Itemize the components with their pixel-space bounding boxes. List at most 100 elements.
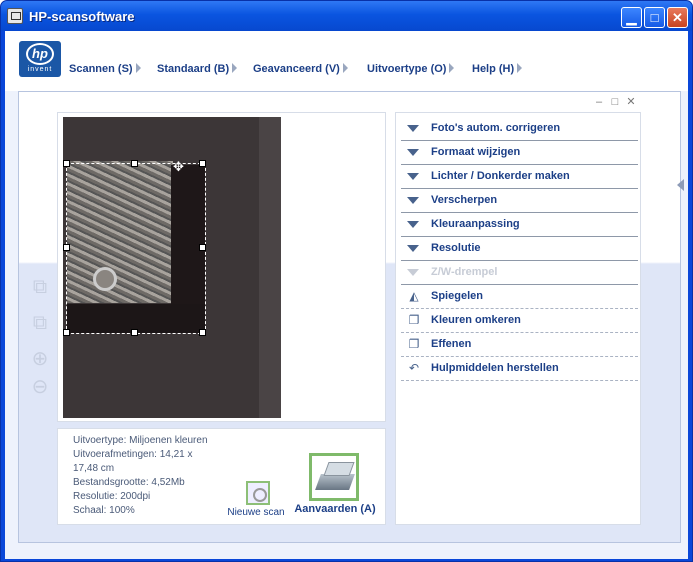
- option-label: Spiegelen: [431, 290, 483, 302]
- hp-logo: hp invent: [19, 41, 61, 77]
- menu-scannen[interactable]: Scannen (S): [69, 63, 141, 75]
- smooth-icon: ❐: [408, 337, 420, 351]
- menu-arrow-icon: [517, 63, 523, 73]
- maximize-button[interactable]: □: [644, 7, 665, 28]
- option-invert-colors[interactable]: ❐ Kleuren omkeren: [401, 309, 638, 333]
- crop-handle[interactable]: [199, 244, 206, 251]
- mirror-icon: ◭: [409, 289, 419, 303]
- invert-icon: ❐: [408, 313, 420, 327]
- scanner-base: [315, 474, 355, 490]
- minimize-button[interactable]: ▁: [621, 7, 642, 28]
- crop-handle[interactable]: [131, 329, 138, 336]
- preview-panel: ✥: [57, 112, 386, 422]
- move-cursor-icon: ✥: [173, 159, 184, 174]
- option-color-adjust[interactable]: Kleuraanpassing: [401, 213, 638, 237]
- output-dims-text: Uitvoerafmetingen: 14,21 x: [73, 449, 193, 460]
- rotate-left-icon[interactable]: ⧉: [27, 274, 53, 300]
- expand-triangle-icon: [407, 269, 419, 276]
- new-scan-label: Nieuwe scan: [227, 507, 285, 518]
- window-title: HP-scansoftware: [29, 9, 135, 24]
- menu-label: Geavanceerd (V): [253, 63, 340, 75]
- option-label: Verscherpen: [431, 194, 498, 206]
- preview-tools: ⧉ ⧉ ⊕ ⊖: [27, 272, 57, 422]
- menu-arrow-icon: [135, 63, 141, 73]
- undo-icon: ↶: [408, 361, 420, 375]
- app-icon[interactable]: [7, 8, 23, 24]
- hp-logo-invent: invent: [27, 66, 53, 73]
- hp-logo-mark: hp: [26, 43, 54, 65]
- output-type-text: Uitvoertype: Miljoenen kleuren: [73, 435, 208, 446]
- scan-preview-image: ✥: [63, 117, 281, 418]
- menu-arrow-icon: [342, 63, 348, 73]
- expand-triangle-icon: [407, 245, 419, 252]
- scale-text: Schaal: 100%: [73, 505, 135, 516]
- menu-arrow-icon: [449, 63, 455, 73]
- menu-help[interactable]: Help (H): [472, 63, 523, 75]
- close-button[interactable]: ✕: [667, 7, 688, 28]
- option-mirror[interactable]: ◭ Spiegelen: [401, 285, 638, 309]
- new-scan-button[interactable]: Nieuwe scan: [221, 481, 291, 521]
- output-dims-text-2: 17,48 cm: [73, 463, 115, 474]
- option-label: Hulpmiddelen herstellen: [431, 362, 559, 374]
- menu-geavanceerd[interactable]: Geavanceerd (V): [253, 63, 348, 75]
- expand-triangle-icon: [407, 125, 419, 132]
- crop-handle[interactable]: [63, 244, 70, 251]
- preview-edge: [259, 117, 281, 418]
- rotate-right-icon[interactable]: ⧉: [27, 310, 53, 336]
- option-label: Kleuraanpassing: [431, 218, 520, 230]
- crop-handle[interactable]: [63, 329, 70, 336]
- option-sharpen[interactable]: Verscherpen: [401, 189, 638, 213]
- expand-triangle-icon: [407, 149, 419, 156]
- app-window: HP-scansoftware ▁ □ ✕ hp invent Scannen …: [0, 0, 693, 562]
- zoom-in-icon[interactable]: ⊕: [27, 346, 53, 372]
- option-bw-threshold: Z/W-drempel: [401, 261, 638, 285]
- accept-button[interactable]: Aanvaarden (A): [290, 453, 380, 523]
- option-label: Effenen: [431, 338, 472, 350]
- option-label: Lichter / Donkerder maken: [431, 170, 570, 182]
- menu-standaard[interactable]: Standaard (B): [157, 63, 238, 75]
- option-label: Kleuren omkeren: [431, 314, 521, 326]
- crop-handle[interactable]: [199, 160, 206, 167]
- menu-label: Standaard (B): [157, 63, 230, 75]
- option-auto-correct[interactable]: Foto's autom. corrigeren: [401, 117, 638, 141]
- option-resize[interactable]: Formaat wijzigen: [401, 141, 638, 165]
- crop-handle[interactable]: [199, 329, 206, 336]
- resolution-text: Resolutie: 200dpi: [73, 491, 151, 502]
- option-smooth[interactable]: ❐ Effenen: [401, 333, 638, 357]
- panel-controls: – □ ✕: [592, 96, 642, 110]
- option-reset-tools[interactable]: ↶ Hulpmiddelen herstellen: [401, 357, 638, 381]
- panel-close-icon[interactable]: ✕: [624, 96, 638, 109]
- panel-maximize-icon[interactable]: □: [608, 96, 622, 109]
- menu-label: Uitvoertype (O): [367, 63, 447, 75]
- zoom-out-icon[interactable]: ⊖: [27, 374, 53, 400]
- crop-selection[interactable]: [66, 163, 206, 334]
- menu-uitvoertype[interactable]: Uitvoertype (O): [367, 63, 455, 75]
- title-bar[interactable]: HP-scansoftware ▁ □ ✕: [1, 1, 692, 31]
- option-resolution[interactable]: Resolutie: [401, 237, 638, 261]
- scanner-lid: [323, 462, 355, 476]
- menu-label: Help (H): [472, 63, 515, 75]
- options-panel: Foto's autom. corrigeren Formaat wijzige…: [395, 112, 641, 525]
- option-label: Resolutie: [431, 242, 481, 254]
- new-scan-icon: [246, 481, 270, 505]
- panel-minimize-icon[interactable]: –: [592, 96, 606, 109]
- accept-label: Aanvaarden (A): [294, 503, 376, 515]
- menu-bar: hp invent Scannen (S) Standaard (B) Geav…: [5, 31, 688, 91]
- filesize-text: Bestandsgrootte: 4,52Mb: [73, 477, 185, 488]
- expand-triangle-icon: [407, 197, 419, 204]
- option-label: Foto's autom. corrigeren: [431, 122, 561, 134]
- option-label: Formaat wijzigen: [431, 146, 521, 158]
- collapse-arrow-icon[interactable]: [677, 179, 684, 191]
- scan-info-panel: Uitvoertype: Miljoenen kleuren Uitvoeraf…: [57, 428, 386, 525]
- expand-triangle-icon: [407, 173, 419, 180]
- menu-arrow-icon: [232, 63, 238, 73]
- option-label: Z/W-drempel: [431, 266, 498, 278]
- option-lighter-darker[interactable]: Lichter / Donkerder maken: [401, 165, 638, 189]
- main-panel: – □ ✕ ⧉ ⧉ ⊕ ⊖ ✥ Uitvoertype: Miljoenen k…: [18, 91, 681, 543]
- expand-triangle-icon: [407, 221, 419, 228]
- menu-label: Scannen (S): [69, 63, 133, 75]
- crop-handle[interactable]: [63, 160, 70, 167]
- scanner-icon: [309, 453, 359, 501]
- client-area: hp invent Scannen (S) Standaard (B) Geav…: [5, 31, 688, 559]
- crop-handle[interactable]: [131, 160, 138, 167]
